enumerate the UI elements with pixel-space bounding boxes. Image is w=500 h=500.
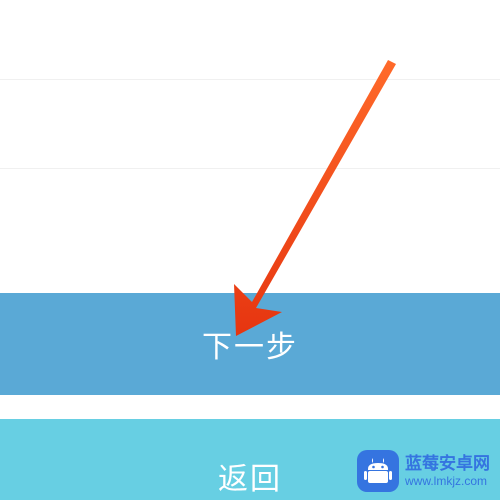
watermark-text: 蓝莓安卓网 www.lmkjz.com bbox=[405, 454, 490, 489]
watermark-url: www.lmkjz.com bbox=[405, 474, 490, 488]
next-step-button[interactable]: 下一步 bbox=[0, 293, 500, 395]
separator-line bbox=[0, 168, 500, 169]
back-label: 返回 bbox=[218, 454, 282, 498]
watermark: 蓝莓安卓网 www.lmkjz.com bbox=[357, 450, 490, 492]
next-step-label: 下一步 bbox=[202, 322, 298, 366]
separator-line bbox=[0, 79, 500, 80]
watermark-title: 蓝莓安卓网 bbox=[405, 454, 490, 474]
watermark-logo-icon bbox=[357, 450, 399, 492]
